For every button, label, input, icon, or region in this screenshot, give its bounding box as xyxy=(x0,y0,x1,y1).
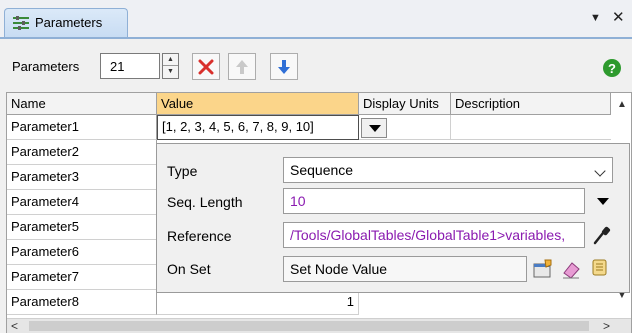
delete-x-icon xyxy=(198,59,214,75)
seq-length-dropdown-icon[interactable] xyxy=(597,198,609,205)
arrow-down-icon xyxy=(278,60,290,74)
column-header-description[interactable]: Description xyxy=(451,93,611,115)
table-row-name[interactable]: Parameter7 xyxy=(7,265,157,290)
spin-down-icon[interactable]: ▼ xyxy=(163,66,178,78)
close-button[interactable]: ✕ xyxy=(612,10,625,26)
chevron-down-icon xyxy=(594,165,606,177)
window-menu-button[interactable]: ▼ xyxy=(590,10,601,26)
seq-length-label: Seq. Length xyxy=(167,194,243,210)
table-row-name[interactable]: Parameter8 xyxy=(7,290,157,315)
type-label: Type xyxy=(167,163,198,179)
table-row-name[interactable]: Parameter1 xyxy=(7,115,157,140)
column-header-name[interactable]: Name xyxy=(7,93,157,115)
eyedropper-icon[interactable] xyxy=(593,225,611,245)
value-cell[interactable]: 1 xyxy=(157,290,359,315)
seq-length-field[interactable]: 10 xyxy=(283,188,585,214)
properties-icon[interactable] xyxy=(533,259,553,279)
table-row-name[interactable]: Parameter5 xyxy=(7,215,157,240)
scroll-left-icon[interactable]: < xyxy=(11,319,18,333)
script-scroll-icon[interactable] xyxy=(589,258,609,278)
sequence-editor-popup: Type Sequence Seq. Length 10 Reference /… xyxy=(156,143,630,293)
onset-label: On Set xyxy=(167,261,211,277)
help-icon[interactable]: ? xyxy=(602,58,622,78)
move-up-button[interactable] xyxy=(228,53,256,80)
description-cell[interactable] xyxy=(451,115,611,140)
table-row-name[interactable]: Parameter2 xyxy=(7,140,157,165)
onset-field[interactable]: Set Node Value xyxy=(283,256,527,282)
parameters-count-label: Parameters xyxy=(12,59,80,74)
horizontal-scrollbar[interactable]: < > xyxy=(7,318,631,333)
move-down-button[interactable] xyxy=(270,53,298,80)
tab-underline xyxy=(0,37,632,39)
table-row-name[interactable]: Parameter6 xyxy=(7,240,157,265)
column-header-display-units[interactable]: Display Units xyxy=(359,93,451,115)
table-row-name[interactable]: Parameter4 xyxy=(7,190,157,215)
table-row-name[interactable]: Parameter3 xyxy=(7,165,157,190)
tab-strip: Parameters ▼ ✕ xyxy=(0,0,632,39)
dropdown-arrow-icon xyxy=(369,125,381,132)
parameters-count-input[interactable]: 21 xyxy=(100,53,160,79)
type-select[interactable]: Sequence xyxy=(283,157,613,183)
tab-parameters[interactable]: Parameters xyxy=(4,8,128,38)
horizontal-scroll-thumb[interactable] xyxy=(29,321,589,331)
scroll-up-icon[interactable]: ▲ xyxy=(617,99,627,110)
type-select-value: Sequence xyxy=(290,162,354,178)
column-header-value[interactable]: Value xyxy=(157,93,359,115)
reference-field[interactable]: /Tools/GlobalTables/GlobalTable1>variabl… xyxy=(283,222,585,248)
eraser-icon[interactable] xyxy=(561,259,581,279)
svg-text:?: ? xyxy=(608,61,616,76)
value-dropdown-button[interactable] xyxy=(361,118,387,138)
scroll-right-icon[interactable]: > xyxy=(603,319,610,333)
delete-button[interactable] xyxy=(192,53,220,80)
arrow-up-icon xyxy=(236,60,248,74)
parameters-icon xyxy=(13,16,29,30)
parameters-count-value: 21 xyxy=(110,59,125,74)
value-cell-editor[interactable]: [1, 2, 3, 4, 5, 6, 7, 8, 9, 10] xyxy=(157,115,359,140)
tab-title: Parameters xyxy=(35,15,103,30)
count-spinner[interactable]: ▲ ▼ xyxy=(162,53,179,79)
toolbar: Parameters 21 ▲ ▼ ? xyxy=(0,40,632,92)
reference-label: Reference xyxy=(167,228,232,244)
spin-up-icon[interactable]: ▲ xyxy=(163,54,178,66)
